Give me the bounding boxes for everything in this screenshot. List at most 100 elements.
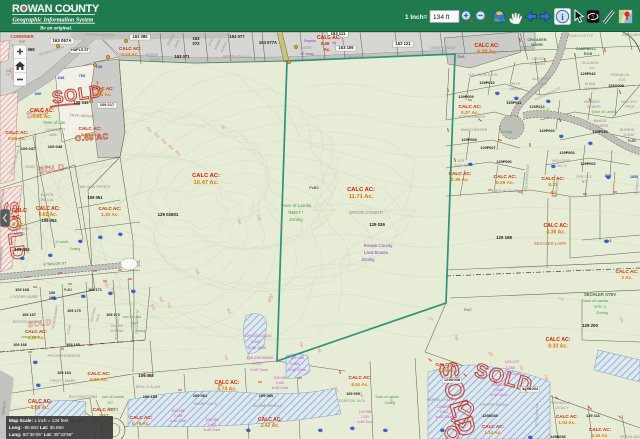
svg-text:in AE Zone: in AE Zone	[503, 372, 522, 376]
svg-text:109 049: 109 049	[73, 100, 89, 105]
svg-text:CALC: CALC	[12, 208, 27, 214]
svg-text:JOS: JOS	[618, 78, 626, 82]
svg-text:ROBERT: ROBERT	[530, 62, 546, 66]
svg-text:PcB2: PcB2	[64, 288, 73, 292]
svg-text:0.162: 0.162	[251, 340, 260, 344]
svg-text:CALC AC:: CALC AC:	[129, 415, 152, 421]
svg-text:BEAL D ALAN: BEAL D ALAN	[136, 385, 160, 389]
svg-text:in AE Zone: in AE Zone	[204, 428, 221, 432]
svg-text:CALC AC:: CALC AC:	[78, 126, 101, 132]
svg-text:LEGACY: LEGACY	[555, 406, 569, 410]
svg-text:Long: -80.602 Lat: 35.550: Long: -80.602 Lat: 35.550	[9, 425, 64, 430]
svg-text:129 027: 129 027	[505, 359, 520, 364]
svg-text:CALC AC:: CALC AC:	[348, 375, 371, 381]
svg-text:163 085: 163 085	[132, 34, 148, 39]
svg-text:129P010: 129P010	[479, 81, 494, 85]
svg-text:BROOK MIN: BROOK MIN	[620, 435, 640, 439]
svg-text:9.51 Ac.: 9.51 Ac.	[351, 382, 368, 387]
svg-text:109 060: 109 060	[274, 376, 287, 380]
svg-text:CALC AC:: CALC AC:	[482, 424, 504, 429]
svg-text:ALI: ALI	[589, 66, 594, 70]
svg-text:8.33 Ac.: 8.33 Ac.	[548, 343, 568, 349]
svg-text:0.46: 0.46	[321, 41, 330, 46]
svg-text:109 164: 109 164	[57, 371, 72, 375]
svg-text:DRYE: DRYE	[510, 82, 521, 86]
svg-text:109 059: 109 059	[346, 392, 360, 396]
svg-text:RnB: RnB	[458, 55, 466, 59]
svg-text:109 170: 109 170	[67, 309, 81, 313]
svg-text:GARCIA-GUTE: GARCIA-GUTE	[492, 189, 519, 193]
svg-text:CALC AC:: CALC AC:	[615, 269, 638, 275]
svg-text:JONAT: JONAT	[623, 133, 636, 137]
svg-text:CALC AC:: CALC AC:	[119, 46, 141, 51]
svg-text:109 063: 109 063	[206, 418, 219, 422]
svg-text:d Lands: d Lands	[56, 240, 69, 244]
svg-text:1.41 Ac.: 1.41 Ac.	[438, 368, 456, 374]
svg-text:CALC AC:: CALC AC:	[192, 173, 220, 179]
svg-text:CALC AC:: CALC AC:	[435, 362, 458, 368]
svg-text:109 168: 109 168	[15, 288, 29, 292]
svg-text:Zoning: Zoning	[289, 217, 303, 222]
svg-text:129 026: 129 026	[290, 355, 304, 360]
svg-text:HAPLS ST: HAPLS ST	[71, 48, 90, 52]
svg-text:Zoning: Zoning	[362, 257, 375, 262]
svg-text:CALC AC:: CALC AC:	[98, 206, 121, 212]
svg-text:163 106: 163 106	[338, 45, 354, 50]
svg-text:129P002: 129P002	[580, 162, 595, 166]
svg-text:CALC AC:: CALC AC:	[458, 104, 481, 110]
svg-text:GRIMMETT: GRIMMETT	[46, 128, 66, 132]
svg-text:BARIA BRI: BARIA BRI	[622, 33, 640, 37]
svg-text:109: 109	[49, 291, 55, 295]
svg-text:129P045: 129P045	[592, 130, 607, 134]
svg-text:ROWAN COUNTY: ROWAN COUNTY	[12, 3, 100, 15]
svg-text:ABRA: ABRA	[15, 232, 25, 236]
svg-text:1.139: 1.139	[361, 415, 369, 419]
svg-text:CALC AC:: CALC AC:	[92, 86, 114, 91]
svg-text:129P008: 129P008	[461, 138, 476, 142]
svg-text:Rowan County: Rowan County	[364, 243, 394, 248]
svg-text:109 060: 109 060	[259, 393, 274, 398]
svg-text:109 047: 109 047	[21, 146, 36, 151]
svg-text:OTTOGALO MA: OTTOGALO MA	[535, 402, 540, 426]
svg-text:LANDYS SELF: LANDYS SELF	[430, 46, 456, 50]
svg-text:NIVVET: NIVVET	[584, 87, 598, 91]
svg-text:EATON: EATON	[41, 193, 54, 197]
svg-text:GALINDO: GALINDO	[11, 227, 28, 231]
svg-text:Lang: 80°36'05" Lat: 35°32'59": Lang: 80°36'05" Lat: 35°32'59"	[9, 432, 73, 437]
svg-text:CLEGG: CLEGG	[531, 57, 544, 61]
svg-text:Town of Landis: Town of Landis	[375, 395, 399, 399]
svg-text:BURRIS: BURRIS	[620, 128, 635, 132]
svg-text:109 048: 109 048	[48, 144, 63, 149]
svg-text:PRZYBYSZEWSK: PRZYBYSZEWSK	[48, 353, 81, 358]
svg-text:in AE Zone: in AE Zone	[436, 415, 453, 419]
svg-text:766: 766	[79, 73, 86, 78]
svg-text:11.71 Ac.: 11.71 Ac.	[349, 194, 374, 200]
svg-text:0.525: 0.525	[495, 388, 504, 392]
svg-text:1ST: 1ST	[107, 401, 113, 405]
svg-text:LEWIS-IVETTE: LEWIS-IVETTE	[567, 34, 594, 38]
svg-text:129P009: 129P009	[458, 95, 473, 99]
svg-text:Zoning: Zoning	[385, 401, 395, 405]
svg-text:MANCHESTER: MANCHESTER	[461, 128, 488, 132]
svg-text:CALC AC:: CALC AC:	[541, 176, 564, 182]
svg-text:DEV: DEV	[539, 82, 547, 86]
svg-text:CAMPBELL: CAMPBELL	[575, 47, 597, 51]
svg-text:072: 072	[193, 41, 201, 46]
svg-text:2.42 Ac.: 2.42 Ac.	[261, 423, 280, 429]
svg-text:109 165: 109 165	[66, 343, 80, 347]
svg-text:163 121: 163 121	[395, 41, 411, 46]
svg-text:CST: CST	[132, 322, 138, 326]
svg-text:109 195: 109 195	[172, 409, 185, 413]
svg-text:129D039: 129D039	[491, 383, 506, 387]
svg-text:BENTON RANDY: BENTON RANDY	[13, 320, 42, 324]
svg-text:109 058: 109 058	[359, 410, 371, 414]
svg-text:CALC AC:: CALC AC:	[258, 417, 282, 423]
svg-text:GRAY GLORIA: GRAY GLORIA	[25, 165, 51, 169]
svg-text:AC:: AC:	[12, 215, 22, 221]
svg-text:0.34 Ac.: 0.34 Ac.	[121, 52, 138, 57]
svg-text:ROB: ROB	[584, 52, 593, 56]
svg-text:0.79 Ac.: 0.79 Ac.	[132, 421, 150, 427]
svg-text:109 054: 109 054	[14, 247, 30, 252]
svg-text:129O008: 129O008	[608, 84, 624, 88]
svg-text:CALC AC:: CALC AC:	[589, 427, 611, 432]
